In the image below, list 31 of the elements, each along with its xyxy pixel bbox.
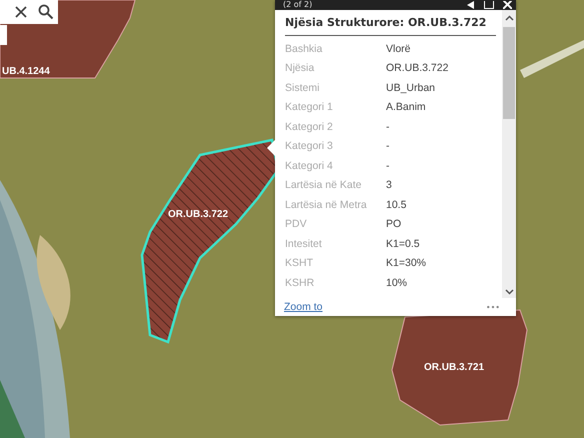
field-label: Sistemi bbox=[285, 82, 320, 94]
field-value: A.Banim bbox=[386, 101, 426, 114]
field-label: Lartësia në Metra bbox=[285, 198, 368, 211]
field-value: - bbox=[386, 140, 390, 152]
field-value: OR.UB.3.722 bbox=[386, 62, 448, 74]
field-value: Vlorë bbox=[386, 42, 411, 55]
field-value: - bbox=[386, 120, 390, 133]
field-label: Kategori 1 bbox=[285, 101, 334, 114]
field-value: 10.5 bbox=[386, 198, 406, 211]
parcel-label: OR.UB.3.722 bbox=[168, 209, 228, 220]
field-value: 10% bbox=[386, 276, 408, 289]
field-label: Intesitet bbox=[285, 238, 323, 250]
page-counter: (2 of 2) bbox=[283, 0, 312, 10]
field-label: Lartësia në Kate bbox=[285, 179, 362, 192]
field-value: UB_Urban bbox=[386, 82, 436, 94]
parcel-label: OR.UB.3.721 bbox=[424, 362, 484, 373]
field-label: PDV bbox=[285, 218, 308, 230]
field-value: PO bbox=[386, 218, 402, 230]
field-value: K1=30% bbox=[386, 257, 426, 270]
field-value: 3 bbox=[386, 179, 392, 192]
popup-title: Njësia Strukturore: OR.UB.3.722 bbox=[285, 16, 496, 36]
field-label: Njësia bbox=[285, 62, 316, 74]
field-label: Kategori 3 bbox=[285, 140, 334, 152]
field-value: K1=0.5 bbox=[386, 238, 420, 250]
field-label: Kategori 2 bbox=[285, 120, 334, 133]
field-value: - bbox=[386, 160, 390, 172]
parcel-label: UB.4.1244 bbox=[2, 66, 50, 77]
field-label: KSHR bbox=[285, 276, 316, 289]
field-label: Kategori 4 bbox=[285, 160, 334, 172]
field-label: KSHT bbox=[285, 257, 314, 270]
field-label: Bashkia bbox=[285, 42, 324, 55]
